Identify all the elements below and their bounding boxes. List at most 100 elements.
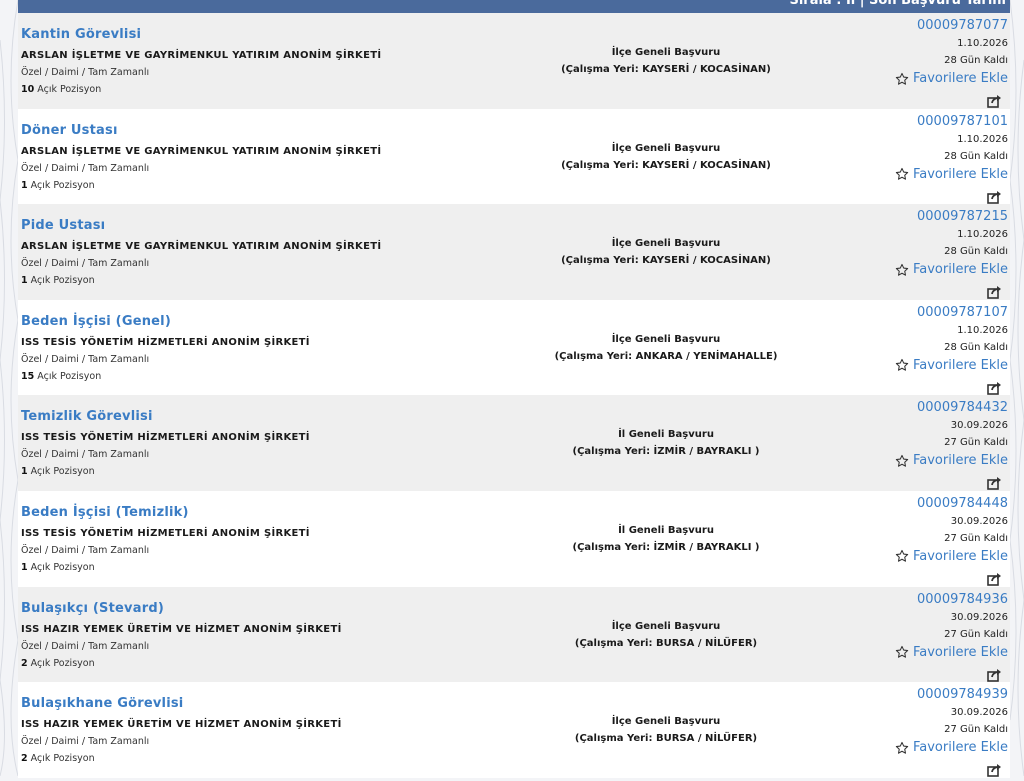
work-location: (Çalışma Yeri: KAYSERİ / KOCASİNAN) [561, 255, 771, 267]
days-remaining: 28 Gün Kaldı [944, 55, 1008, 66]
job-row: Beden İşçisi (Genel) ISS TESİS YÖNETİM H… [18, 299, 1010, 396]
open-positions-count: 1 [21, 179, 28, 191]
add-favorite-label: Favorilere Ekle [912, 453, 1008, 469]
application-scope: İl Geneli Başvuru [618, 524, 714, 536]
work-location: (Çalışma Yeri: İZMİR / BAYRAKLI ) [572, 446, 760, 458]
company-name: ISS TESİS YÖNETİM HİZMETLERİ ANONİM ŞİRK… [21, 432, 310, 444]
open-positions-count: 1 [21, 466, 28, 478]
open-positions-count: 1 [21, 561, 28, 573]
open-positions: 2 Açık Pozisyon [21, 658, 95, 669]
work-location: (Çalışma Yeri: KAYSERİ / KOCASİNAN) [561, 64, 771, 75]
open-positions: 1 Açık Pozisyon [21, 466, 95, 477]
open-positions-label: Açık Pozisyon [37, 84, 102, 95]
listing-number-link[interactable]: 00009784939 [917, 687, 1008, 702]
star-outline-icon [895, 358, 909, 372]
job-row: Kantin Görevlisi ARSLAN İŞLETME VE GAYRİ… [18, 13, 1010, 109]
days-remaining: 27 Gün Kaldı [944, 628, 1008, 640]
job-title-link[interactable]: Temizlik Görevlisi [21, 409, 153, 424]
open-positions-count: 1 [21, 275, 28, 287]
application-scope: İlçe Geneli Başvuru [611, 47, 721, 58]
listing-number-link[interactable]: 00009787215 [917, 209, 1008, 224]
open-positions: 1 Açık Pozisyon [21, 562, 95, 573]
days-remaining: 27 Gün Kaldı [944, 724, 1008, 736]
open-positions-label: Açık Pozisyon [37, 370, 102, 382]
add-favorite-button[interactable]: Favorilere Ekle [895, 549, 1008, 564]
add-favorite-button[interactable]: Favorilere Ekle [895, 358, 1008, 373]
job-row: Bulaşıkhane Görevlisi ISS HAZIR YEMEK ÜR… [18, 682, 1010, 778]
deadline-date: 30.09.2026 [950, 611, 1008, 623]
star-outline-icon [895, 741, 909, 755]
open-positions: 15 Açık Pozisyon [21, 371, 101, 382]
application-scope: İlçe Geneli Başvuru [611, 238, 721, 250]
add-favorite-button[interactable]: Favorilere Ekle [895, 453, 1008, 468]
open-positions-count: 2 [21, 657, 28, 669]
listing-number-link[interactable]: 00009784448 [917, 496, 1008, 511]
days-remaining: 28 Gün Kaldı [944, 150, 1008, 162]
application-scope: İl Geneli Başvuru [618, 429, 714, 441]
add-favorite-label: Favorilere Ekle [912, 166, 1008, 182]
job-listing-panel: Sırala : İl | Son Başvuru Tarihi Kantin … [18, 0, 1010, 778]
listing-number-link[interactable]: 00009784432 [917, 400, 1008, 415]
add-favorite-label: Favorilere Ekle [912, 740, 1008, 756]
company-name: ARSLAN İŞLETME VE GAYRİMENKUL YATIRIM AN… [21, 241, 382, 253]
deadline-date: 1.10.2026 [957, 324, 1008, 336]
listing-number-link[interactable]: 00009787101 [917, 114, 1008, 129]
job-title-link[interactable]: Beden İşçisi (Genel) [21, 314, 171, 329]
add-favorite-button[interactable]: Favorilere Ekle [895, 71, 1008, 86]
job-row: Döner Ustası ARSLAN İŞLETME VE GAYRİMENK… [18, 108, 1010, 205]
work-location: (Çalışma Yeri: ANKARA / YENİMAHALLE) [554, 350, 778, 362]
job-title-link[interactable]: Bulaşıkhane Görevlisi [21, 696, 183, 711]
open-positions-count: 10 [21, 84, 35, 95]
job-row: Temizlik Görevlisi ISS TESİS YÖNETİM HİZ… [18, 395, 1010, 491]
share-icon[interactable] [987, 762, 1002, 781]
company-name: ISS TESİS YÖNETİM HİZMETLERİ ANONİM ŞİRK… [21, 527, 310, 539]
employment-type: Özel / Daimi / Tam Zamanlı [21, 162, 150, 174]
job-title-link[interactable]: Döner Ustası [21, 123, 118, 138]
job-row: Pide Ustası ARSLAN İŞLETME VE GAYRİMENKU… [18, 204, 1010, 300]
add-favorite-label: Favorilere Ekle [912, 548, 1008, 564]
open-positions: 1 Açık Pozisyon [21, 180, 95, 191]
company-name: ARSLAN İŞLETME VE GAYRİMENKUL YATIRIM AN… [21, 145, 382, 157]
deadline-date: 1.10.2026 [957, 38, 1008, 49]
application-scope: İlçe Geneli Başvuru [611, 620, 721, 632]
star-outline-icon [895, 454, 909, 468]
open-positions: 10 Açık Pozisyon [21, 84, 101, 95]
employment-type: Özel / Daimi / Tam Zamanlı [21, 449, 150, 461]
add-favorite-button[interactable]: Favorilere Ekle [895, 167, 1008, 182]
days-remaining: 27 Gün Kaldı [944, 437, 1008, 449]
employment-type: Özel / Daimi / Tam Zamanlı [21, 544, 150, 556]
job-list: Kantin Görevlisi ARSLAN İŞLETME VE GAYRİ… [18, 13, 1010, 778]
job-title-link[interactable]: Beden İşçisi (Temizlik) [21, 505, 189, 520]
employment-type: Özel / Daimi / Tam Zamanlı [21, 640, 150, 652]
application-scope: İlçe Geneli Başvuru [611, 333, 721, 345]
add-favorite-button[interactable]: Favorilere Ekle [895, 262, 1008, 277]
open-positions-label: Açık Pozisyon [30, 657, 95, 669]
company-name: ISS HAZIR YEMEK ÜRETİM VE HİZMET ANONİM … [21, 719, 342, 731]
open-positions-label: Açık Pozisyon [30, 179, 95, 191]
deadline-date: 30.09.2026 [950, 515, 1008, 527]
employment-type: Özel / Daimi / Tam Zamanlı [21, 258, 150, 270]
work-location: (Çalışma Yeri: BURSA / NİLÜFER) [574, 733, 758, 745]
open-positions-label: Açık Pozisyon [30, 466, 95, 478]
listing-number-link[interactable]: 00009784936 [917, 592, 1008, 607]
work-location: (Çalışma Yeri: İZMİR / BAYRAKLI ) [572, 541, 760, 553]
days-remaining: 27 Gün Kaldı [944, 532, 1008, 544]
listing-number-link[interactable]: 00009787107 [917, 305, 1008, 320]
add-favorite-button[interactable]: Favorilere Ekle [895, 645, 1008, 660]
sort-label[interactable]: Sırala : İl | Son Başvuru Tarihi [789, 0, 1006, 8]
open-positions-label: Açık Pozisyon [30, 753, 95, 765]
job-title-link[interactable]: Pide Ustası [21, 218, 105, 233]
add-favorite-label: Favorilere Ekle [912, 71, 1008, 86]
sort-header[interactable]: Sırala : İl | Son Başvuru Tarihi [18, 0, 1010, 13]
job-title-link[interactable]: Kantin Görevlisi [21, 27, 141, 42]
deadline-date: 1.10.2026 [957, 229, 1008, 241]
listing-number-link[interactable]: 00009787077 [917, 18, 1008, 33]
employment-type: Özel / Daimi / Tam Zamanlı [21, 67, 150, 78]
star-outline-icon [895, 549, 909, 563]
deadline-date: 1.10.2026 [957, 133, 1008, 145]
add-favorite-button[interactable]: Favorilere Ekle [895, 740, 1008, 755]
star-outline-icon [895, 167, 909, 181]
job-title-link[interactable]: Bulaşıkçı (Stevard) [21, 601, 164, 616]
company-name: ARSLAN İŞLETME VE GAYRİMENKUL YATIRIM AN… [21, 50, 382, 61]
work-location: (Çalışma Yeri: KAYSERİ / KOCASİNAN) [561, 159, 771, 171]
